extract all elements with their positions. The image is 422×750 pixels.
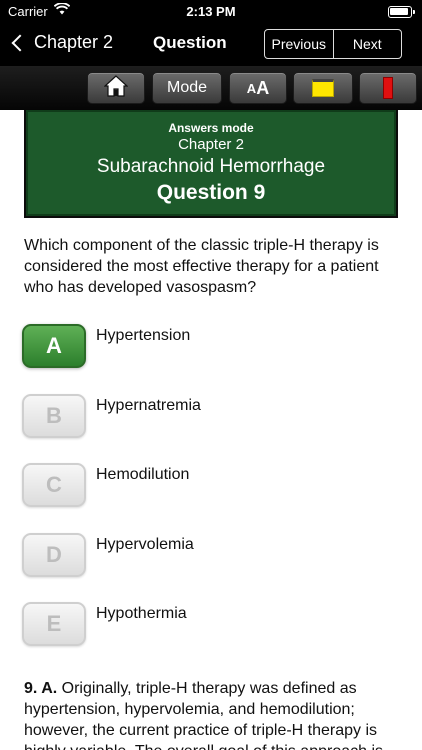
battery-icon <box>388 6 415 18</box>
home-button[interactable] <box>87 72 145 104</box>
option-d-button[interactable]: D <box>22 533 86 577</box>
option-c-button[interactable]: C <box>22 463 86 507</box>
status-bar: Carrier 2:13 PM <box>0 0 422 24</box>
option-e-button[interactable]: E <box>22 602 86 646</box>
option-d-label: Hypervolemia <box>96 536 194 553</box>
next-button[interactable]: Next <box>334 30 402 58</box>
font-small-glyph: A <box>246 80 257 96</box>
navigation-bar: Chapter 2 Question Previous Next <box>0 24 422 66</box>
bookmark-button[interactable] <box>359 72 417 104</box>
topic-title: Subarachnoid Hemorrhage <box>96 156 326 177</box>
bookmark-icon <box>383 77 393 99</box>
answer-option-e[interactable]: E Hypothermia <box>22 602 412 652</box>
font-large-glyph: A <box>256 77 270 98</box>
answer-option-c[interactable]: C Hemodilution <box>22 463 412 513</box>
option-a-button[interactable]: A <box>22 324 86 368</box>
chevron-left-icon <box>11 34 29 51</box>
nav-title: Question <box>153 33 227 52</box>
status-time: 2:13 PM <box>186 4 236 19</box>
home-icon <box>103 74 129 102</box>
question-text: Which component of the classic triple-H … <box>24 237 379 296</box>
answers-mode-label: Answers mode <box>168 121 254 135</box>
previous-button[interactable]: Previous <box>265 30 334 58</box>
explanation-answer-ref: 9. A. <box>24 680 58 697</box>
note-icon <box>312 79 334 97</box>
answer-explanation: 9. A. Originally, triple-H therapy was d… <box>24 678 396 750</box>
question-number: Question 9 <box>156 181 266 204</box>
option-e-label: Hypothermia <box>96 605 187 622</box>
mode-button[interactable]: Mode <box>152 72 222 104</box>
option-b-button[interactable]: B <box>22 394 86 438</box>
prev-next-control: Previous Next <box>264 29 402 59</box>
option-c-label: Hemodilution <box>96 466 190 483</box>
note-button[interactable] <box>293 72 353 104</box>
question-header: Answers mode Chapter 2 Subarachnoid Hemo… <box>24 110 398 218</box>
option-a-label: Hypertension <box>96 327 191 344</box>
chapter-label: Chapter 2 <box>178 136 244 153</box>
explanation-text: Originally, triple-H therapy was defined… <box>24 680 383 750</box>
font-size-button[interactable]: AA <box>229 72 287 104</box>
answer-option-a[interactable]: A Hypertension <box>22 324 412 374</box>
answer-option-d[interactable]: D Hypervolemia <box>22 533 412 583</box>
answer-option-b[interactable]: B Hypernatremia <box>22 394 412 444</box>
option-b-label: Hypernatremia <box>96 397 201 414</box>
toolbar: Mode AA <box>0 66 422 110</box>
back-button-label: Chapter 2 <box>34 32 114 52</box>
back-button[interactable]: Chapter 2 <box>10 32 113 53</box>
